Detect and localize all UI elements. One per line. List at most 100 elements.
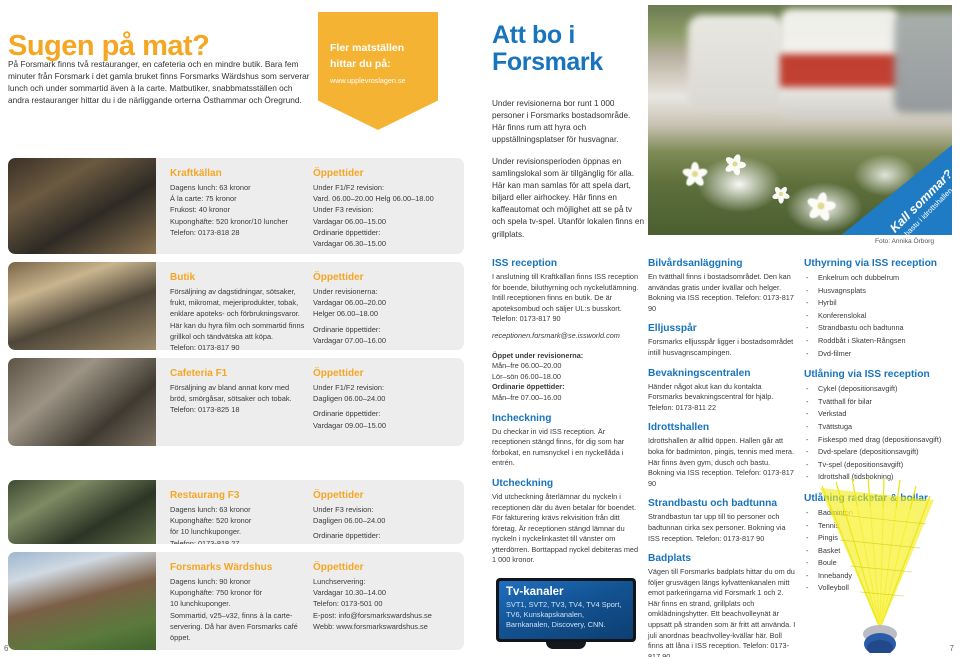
opening-hours-heading: Öppettider [313,368,364,379]
opening-hours-line: Helger 06.00–18.00 [313,309,378,319]
opening-hours-line: Vard. 06.00–20.00 Helg 06.00–18.00 [313,194,434,204]
list-item: Dvd-spelare (depositionsavgift) [804,446,954,459]
caravan-grey [894,13,952,113]
section-heading: Strandbastu och badtunna [648,498,778,510]
list-item: Roddbåt i Skaten-Rångsen [804,335,954,348]
opening-hours-block: Öppet under revisionerna: Mån–fre 06.00–2… [492,351,640,404]
tv-box-title: Tv-kanaler [506,586,564,598]
section-heading: Bevakningscentralen [648,367,751,379]
opening-hours-heading: Öppettider [313,168,364,179]
restaurant-detail-line: för 10 lunchkuponger. [170,527,242,537]
opening-hours-line: Vardagar 06.00–20.00 [313,298,387,308]
restaurant-detail-line: Telefon: 0173-817 90 [170,343,240,350]
restaurant-detail-line: Dagens lunch: 90 kronor [170,577,251,586]
restaurant-card: Restaurang F3 Dagens lunch: 63 kronor Kupo… [8,480,464,544]
restaurant-card: Kraftkällan Dagens lunch: 63 kronor Á la c… [8,158,464,254]
opening-hours-line: Lunchservering: [313,577,366,586]
anemone-flower [724,153,747,177]
list-item: Cykel (depositionsavgift) [804,383,954,396]
opening-hours-line: Mån–fre 06.00–20.00 [492,361,562,371]
left-page: Sugen på mat? På Forsmark finns två rest… [0,0,480,657]
list-item: Tvätthall för bilar [804,396,954,409]
restaurant-detail-line: Sommartid, v25–v32, finns à la carte-ser… [170,610,298,643]
opening-hours-line: Under F3 revision: [313,205,374,215]
section-body-text: I anslutning till Kraftkällan finns ISS … [492,272,639,324]
list-item: Konferenslokal [804,310,954,323]
service-list: Cykel (depositionsavgift)Tvätthall för b… [804,383,954,484]
opening-hours-line: Ordinarie öppettider: [313,409,381,419]
opening-hours-line: Webb: www.forsmarkswardshus.se [313,621,428,631]
section-body-text: Händer något akut kan du kontakta Forsma… [648,381,774,412]
restaurant-info-column: Restaurang F3 Dagens lunch: 63 kronor Kupo… [170,490,305,544]
right-column-facilities: Bilvårdsanläggning En tvätthall finns i b… [648,258,796,657]
more-restaurants-callout: Fler matställen hittar du på: www.upplev… [318,12,438,130]
restaurant-detail-line: Kuponghäfte: 520 kronor/10 luncher [170,216,288,226]
reception-email[interactable]: receptionen.forsmark@se.issworld.com [492,331,640,342]
section-heading: Utcheckning [492,477,554,489]
right-column-iss: ISS reception I anslutning till Kraftkäll… [492,258,640,575]
section-body-text: Forsmarks elljusspår ligger i bostadsomr… [648,337,794,357]
section-body-text: Strandbastun tar upp till tio personer o… [648,512,786,543]
opening-hours-line: Ordinarie öppettider: [313,531,381,541]
right-intro-paragraph-2: Under revisionsperioden öppnas en samlin… [492,157,645,239]
list-item: Fiskespö med drag (depositionsavgift) [804,434,954,447]
tv-channels-box: Tv-kanaler SVT1, SVT2, TV3, TV4, TV4 Spo… [492,578,640,652]
restaurant-detail-line: Försäljning av bland annat korv med bröd… [170,383,292,404]
caravan-white [688,15,783,110]
restaurant-photo [8,358,156,446]
restaurant-name: Butik [170,272,195,283]
restaurant-detail-line: Telefon: 0173-818 27 [170,538,240,544]
restaurant-detail-line: Á la carte: 75 kronor [170,194,237,204]
photo-image [8,480,156,544]
restaurant-info-column: Cafeteria F1 Försäljning av bland annat k… [170,368,305,416]
restaurant-detail-line: Kuponghäfte: 750 kronor för [170,588,263,598]
opening-hours-heading: Öppettider [313,272,364,283]
callout-url[interactable]: www.upplevroslagen.se [330,76,406,85]
tv-screen: Tv-kanaler SVT1, SVT2, TV3, TV4, TV4 Spo… [496,578,636,642]
section-heading: Badplats [648,553,692,565]
opening-hours-column: Öppettider Under F1/F2 revision: Vard. 06.… [313,168,453,249]
section-body-text: En tvätthall finns i bostadsområdet. Den… [648,272,794,313]
shuttlecock-illustration [804,470,954,657]
opening-hours-column: Öppettider Under revisionerna: Vardagar 06… [313,272,453,346]
caravan-red [780,9,900,119]
section-body-text: Idrottshallen är alltid öppen. Hallen gå… [648,436,795,488]
restaurant-detail-line: Kuponghäfte: 520 kronor [170,516,252,526]
opening-hours-line: Vardagar 10.30–14.00 [313,588,387,598]
photo-image [8,552,156,650]
restaurant-name: Kraftkällan [170,168,222,179]
opening-hours-line: Ordinarie öppettider: [313,324,381,334]
list-heading: Uthyrning via ISS reception [804,258,938,269]
tv-channel-list: SVT1, SVT2, TV3, TV4, TV4 Sport, TV6, Ku… [506,600,622,629]
opening-hours-line: Vardagar 06.30–15.00 [313,239,387,249]
right-intro-paragraph-1: Under revisionerna bor runt 1 000 person… [492,99,631,145]
opening-hours-line: Mån–fre 07.00–16.00 [492,392,562,402]
restaurant-detail-line: Frukost: 40 kronor [170,205,230,215]
restaurant-detail-line: Telefon: 0173-825 18 [170,405,240,415]
opening-hours-column: Öppettider Under F3 revision: Dagligen 06.… [313,490,453,544]
page-title-right-line2: Forsmark [492,48,603,76]
restaurant-detail-line: Telefon: 0173-818 28 [170,227,240,237]
callout-banner-shape [318,12,438,130]
left-intro-text: På Forsmark finns två restauranger, en c… [8,59,310,106]
section-body-text: Vid utcheckning återlämnar du nyckeln i … [492,491,639,565]
opening-hours-line: Vardagar 06.00–15.00 [313,216,387,226]
restaurant-detail-line: Försäljning av dagstidningar, sötsaker, … [170,287,305,341]
brochure-spread: Sugen på mat? På Forsmark finns två rest… [0,0,960,657]
caravan-hero-photo: Kall sommar? – bastu i idrottshallen [648,5,952,235]
callout-line-1: Fler matställen [330,42,405,54]
list-item: Husvagnsplats [804,285,954,298]
opening-hours-line: Dagligen 06.00–24.00 [313,394,386,404]
photo-credit: Foto: Annika Örborg [875,238,935,245]
photo-image [8,262,156,350]
restaurant-photo [8,262,156,350]
opening-hours-line: Ordinarie öppettider: [313,227,381,237]
page-number-left: 6 [4,644,9,653]
anemone-flower [771,185,791,204]
section-heading: Elljusspår [648,323,697,335]
restaurant-card: Forsmarks Wärdshus Dagens lunch: 90 krono… [8,552,464,650]
restaurant-name: Forsmarks Wärdshus [170,562,273,573]
opening-hours-column: Öppettider Lunchservering: Vardagar 10.30–… [313,562,453,632]
list-heading: Utlåning via ISS reception [804,369,930,381]
tv-screen-content: Tv-kanaler SVT1, SVT2, TV3, TV4, TV4 Spo… [499,581,633,639]
